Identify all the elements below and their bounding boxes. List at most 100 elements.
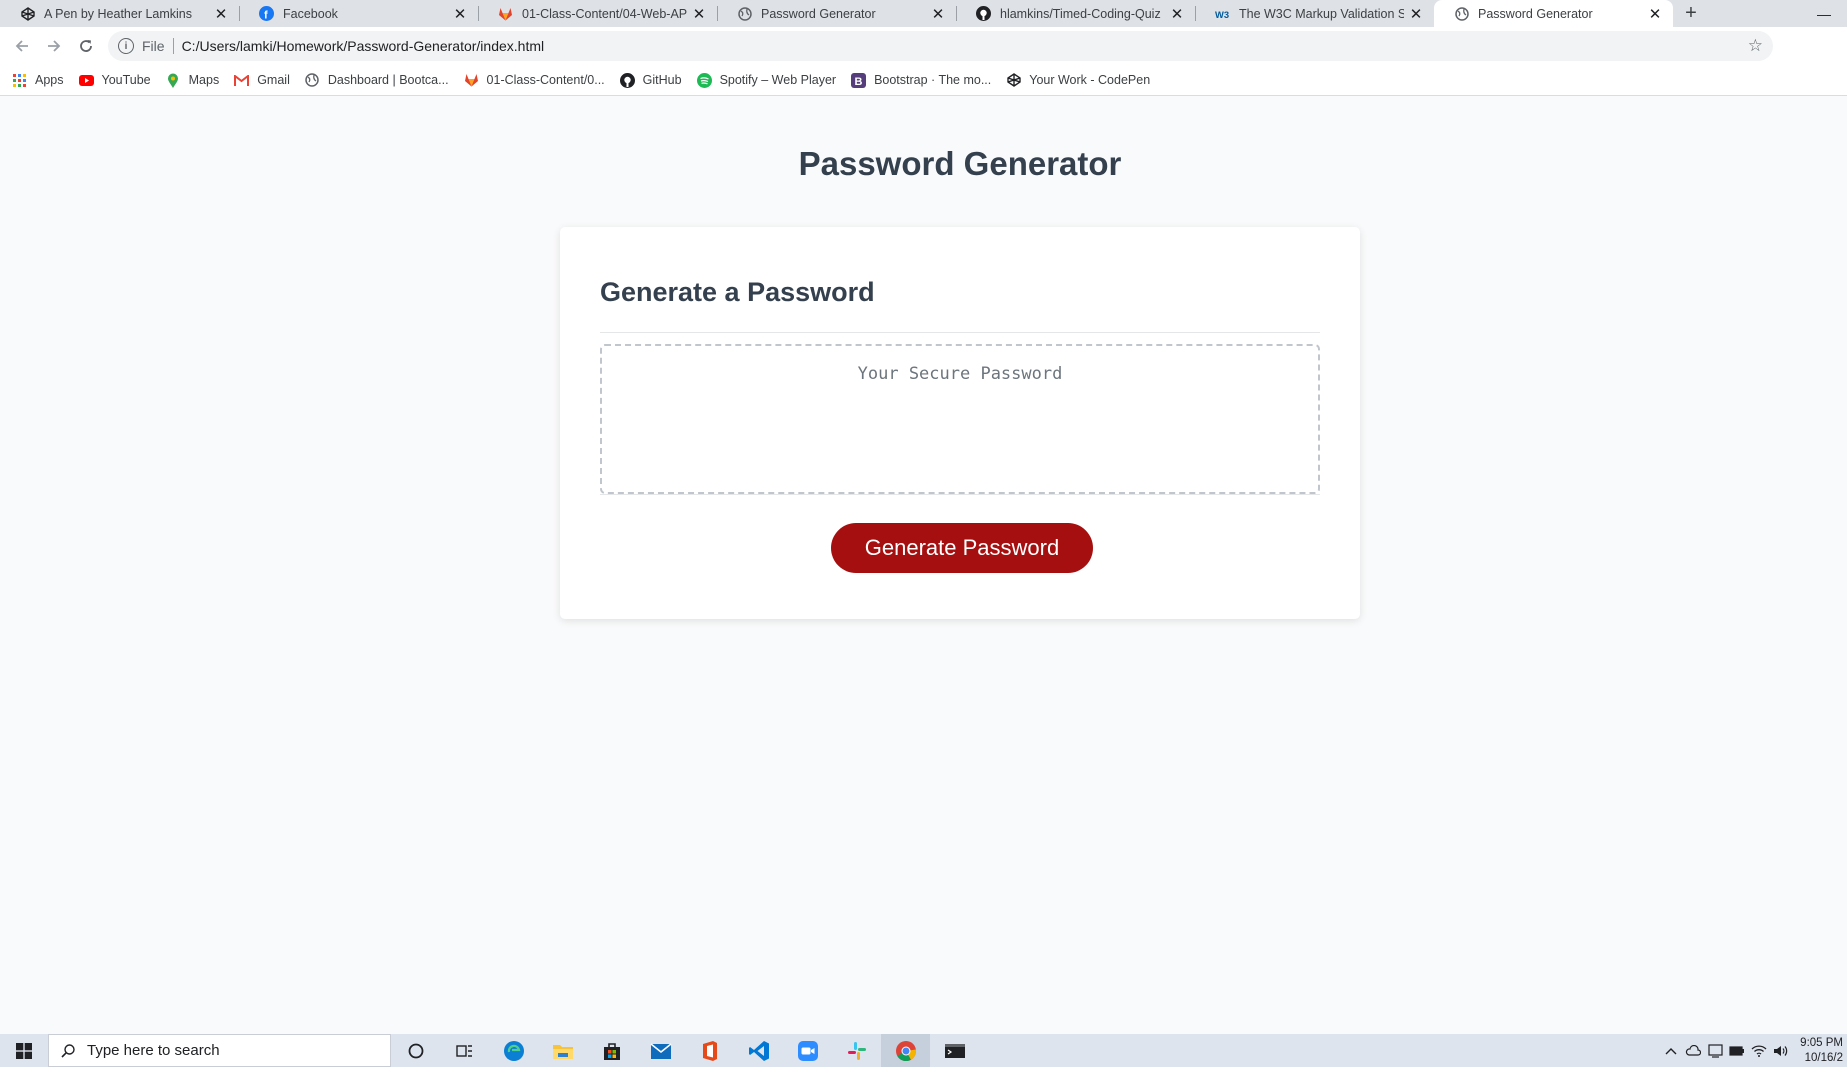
mail-icon[interactable] bbox=[636, 1034, 685, 1067]
vscode-icon[interactable] bbox=[734, 1034, 783, 1067]
slack-icon[interactable] bbox=[832, 1034, 881, 1067]
w3c-icon: W3 bbox=[1215, 6, 1230, 21]
edge-browser-icon[interactable] bbox=[489, 1034, 538, 1067]
password-card: Generate a Password Generate Password bbox=[560, 227, 1360, 619]
wifi-icon[interactable] bbox=[1748, 1044, 1770, 1057]
address-bar[interactable]: i File C:/Users/lamki/Homework/Password-… bbox=[108, 31, 1773, 61]
taskbar-clock[interactable]: 9:05 PM 10/16/2 bbox=[1800, 1036, 1847, 1066]
close-tab-icon[interactable]: ✕ bbox=[1408, 6, 1424, 23]
bookmark-spotify[interactable]: Spotify – Web Player bbox=[696, 72, 837, 88]
show-hidden-icons-chevron-icon[interactable] bbox=[1660, 1047, 1682, 1055]
reload-icon[interactable] bbox=[70, 31, 102, 61]
back-arrow-icon[interactable] bbox=[6, 31, 38, 61]
close-tab-icon[interactable]: ✕ bbox=[1169, 6, 1185, 23]
apps-grid-icon bbox=[12, 73, 27, 88]
svg-text:f: f bbox=[264, 10, 268, 22]
battery-icon[interactable] bbox=[1726, 1045, 1748, 1056]
github-icon bbox=[976, 6, 991, 21]
browser-tab[interactable]: Password Generator ✕ bbox=[717, 0, 956, 27]
volume-icon[interactable] bbox=[1770, 1045, 1792, 1057]
url-scheme: File bbox=[142, 38, 165, 54]
windows-taskbar: Type here to search 9:05 PM 10/16/2 bbox=[0, 1034, 1847, 1067]
browser-tab[interactable]: A Pen by Heather Lamkins ✕ bbox=[0, 0, 239, 27]
bookmark-star-icon[interactable]: ☆ bbox=[1748, 36, 1763, 56]
browser-tab[interactable]: 01-Class-Content/04-Web-APIs/0 ✕ bbox=[478, 0, 717, 27]
bookmark-codepen[interactable]: Your Work - CodePen bbox=[1006, 73, 1150, 88]
bookmark-apps[interactable]: Apps bbox=[12, 73, 64, 88]
bookmark-label: 01-Class-Content/0... bbox=[486, 73, 605, 87]
bookmark-label: Spotify – Web Player bbox=[719, 73, 837, 87]
microsoft-store-icon[interactable] bbox=[587, 1034, 636, 1067]
globe-icon bbox=[737, 6, 752, 21]
close-tab-icon[interactable]: ✕ bbox=[1647, 6, 1663, 23]
taskbar-search-placeholder: Type here to search bbox=[87, 1042, 220, 1059]
url-separator bbox=[172, 38, 174, 54]
bookmark-label: Apps bbox=[35, 73, 64, 87]
task-view-icon[interactable] bbox=[440, 1034, 489, 1067]
close-tab-icon[interactable]: ✕ bbox=[930, 6, 946, 23]
bookmark-class-content[interactable]: 01-Class-Content/0... bbox=[464, 73, 605, 88]
generate-password-button[interactable]: Generate Password bbox=[831, 523, 1093, 573]
svg-text:B: B bbox=[855, 76, 863, 88]
browser-tab-strip: A Pen by Heather Lamkins ✕ f Facebook ✕ … bbox=[0, 0, 1847, 27]
onedrive-cloud-icon[interactable] bbox=[1682, 1045, 1704, 1056]
codepen-icon bbox=[20, 6, 35, 21]
tab-title: Facebook bbox=[283, 6, 338, 21]
codepen-icon bbox=[1006, 73, 1021, 88]
close-tab-icon[interactable]: ✕ bbox=[691, 6, 707, 23]
bookmark-label: Dashboard | Bootca... bbox=[327, 73, 449, 87]
site-info-icon[interactable]: i bbox=[118, 38, 134, 54]
bookmark-dashboard[interactable]: Dashboard | Bootca... bbox=[305, 73, 449, 88]
search-icon bbox=[61, 1043, 75, 1058]
new-tab-button[interactable]: + bbox=[1673, 0, 1709, 27]
chrome-icon[interactable] bbox=[881, 1034, 930, 1067]
office-icon[interactable] bbox=[685, 1034, 734, 1067]
bookmark-bootstrap[interactable]: B Bootstrap · The mo... bbox=[851, 72, 992, 88]
forward-arrow-icon[interactable] bbox=[38, 31, 70, 61]
globe-icon bbox=[305, 73, 320, 88]
bookmark-youtube[interactable]: YouTube bbox=[78, 73, 151, 88]
tab-title: hlamkins/Timed-Coding-Quiz bbox=[1000, 6, 1161, 21]
close-tab-icon[interactable]: ✕ bbox=[213, 6, 229, 23]
bookmark-label: Bootstrap · The mo... bbox=[874, 73, 992, 87]
facebook-icon: f bbox=[259, 6, 274, 21]
bookmark-label: Gmail bbox=[257, 73, 290, 87]
browser-tab[interactable]: hlamkins/Timed-Coding-Quiz ✕ bbox=[956, 0, 1195, 27]
close-tab-icon[interactable]: ✕ bbox=[452, 6, 468, 23]
bookmark-gmail[interactable]: Gmail bbox=[234, 73, 290, 88]
spotify-icon bbox=[696, 72, 712, 88]
bookmark-github[interactable]: GitHub bbox=[619, 72, 682, 88]
gitlab-icon bbox=[498, 6, 513, 21]
url-text[interactable]: C:/Users/lamki/Homework/Password-Generat… bbox=[182, 38, 545, 54]
browser-tab[interactable]: W3 The W3C Markup Validation Serv ✕ bbox=[1195, 0, 1434, 27]
zoom-icon[interactable] bbox=[783, 1034, 832, 1067]
minimize-icon[interactable]: — bbox=[1801, 6, 1847, 22]
taskbar-search-box[interactable]: Type here to search bbox=[48, 1034, 391, 1067]
terminal-icon[interactable] bbox=[930, 1034, 979, 1067]
tab-title: The W3C Markup Validation Serv bbox=[1239, 6, 1404, 21]
system-tray: 9:05 PM 10/16/2 bbox=[1660, 1034, 1847, 1067]
bookmark-label: Your Work - CodePen bbox=[1029, 73, 1151, 87]
clock-date: 10/16/2 bbox=[1804, 1051, 1843, 1064]
cortana-icon[interactable] bbox=[391, 1034, 440, 1067]
window-controls: — bbox=[1801, 0, 1847, 27]
file-explorer-icon[interactable] bbox=[538, 1034, 587, 1067]
browser-toolbar: i File C:/Users/lamki/Homework/Password-… bbox=[0, 27, 1847, 79]
bookmark-label: YouTube bbox=[101, 73, 151, 87]
clock-time: 9:05 PM bbox=[1800, 1036, 1843, 1049]
tab-title: Password Generator bbox=[1478, 6, 1593, 21]
card-body bbox=[600, 344, 1320, 495]
bookmark-label: Maps bbox=[188, 73, 220, 87]
windows-start-icon[interactable] bbox=[0, 1034, 48, 1067]
browser-tab[interactable]: f Facebook ✕ bbox=[239, 0, 478, 27]
tablet-mode-icon[interactable] bbox=[1704, 1043, 1726, 1058]
card-header: Generate a Password bbox=[600, 277, 1320, 333]
page-title: Password Generator bbox=[798, 145, 1122, 182]
password-output-textarea[interactable] bbox=[600, 344, 1320, 494]
gitlab-icon bbox=[464, 73, 479, 88]
browser-tab-active[interactable]: Password Generator ✕ bbox=[1434, 0, 1673, 27]
tab-title: 01-Class-Content/04-Web-APIs/0 bbox=[522, 6, 687, 21]
bookmark-label: GitHub bbox=[642, 73, 682, 87]
bookmark-maps[interactable]: Maps bbox=[166, 73, 220, 88]
tab-title: A Pen by Heather Lamkins bbox=[44, 6, 192, 21]
